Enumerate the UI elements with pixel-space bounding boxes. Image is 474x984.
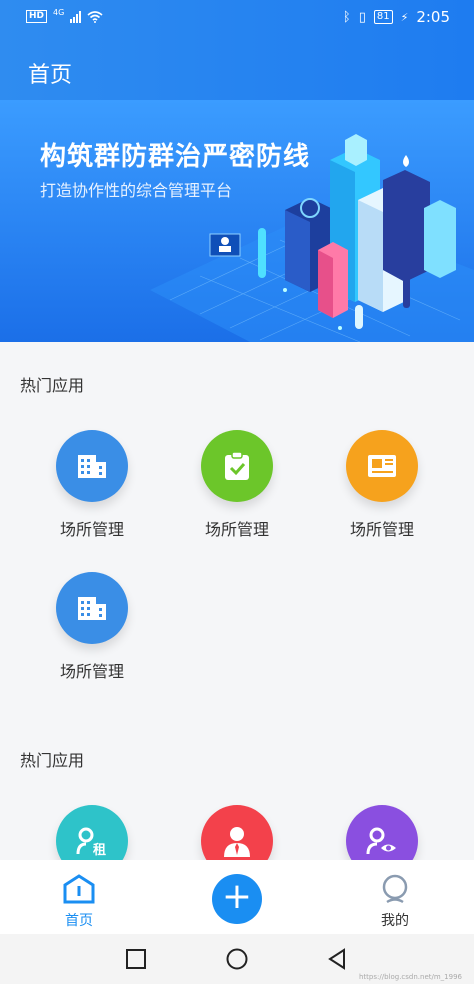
bluetooth-icon: ᛒ (342, 9, 351, 25)
app-label: 场所管理 (59, 520, 124, 539)
home-icon (63, 874, 95, 904)
app-label: 场所管理 (349, 520, 414, 539)
system-nav-bar: https://blog.csdn.net/m_1996 (0, 934, 474, 984)
tab-home-label: 首页 (65, 913, 93, 929)
newspaper-icon (368, 455, 396, 477)
rent-user-icon: 租 (76, 827, 106, 856)
app-label: 场所管理 (204, 520, 269, 539)
profile-icon (382, 874, 408, 904)
building-icon (78, 597, 106, 620)
app-icon-circle (346, 430, 418, 502)
app-icon-circle (56, 430, 128, 502)
header-bar: HD 4G ᛒ ▯ 81 ⚡ 2:05 首页 (0, 0, 474, 100)
building-icon (78, 455, 106, 478)
app-venue-management[interactable]: 场所管理 (22, 430, 162, 540)
app-venue-management[interactable]: 场所管理 (167, 430, 307, 540)
person-tie-icon (224, 827, 250, 857)
rent-badge-text: 租 (93, 843, 106, 856)
tab-home[interactable]: 首页 (54, 874, 104, 930)
status-bar: HD 4G ᛒ ▯ 81 ⚡ 2:05 (0, 0, 474, 36)
banner-title: 构筑群防群治严密防线 (40, 142, 311, 172)
watermark: https://blog.csdn.net/m_1996 (358, 973, 462, 981)
user-eye-icon (366, 827, 396, 855)
app-venue-management[interactable]: 场所管理 (312, 430, 452, 540)
banner-subtitle: 打造协作性的综合管理平台 (40, 181, 233, 200)
signal-icon (70, 10, 82, 23)
clipboard-check-icon (225, 451, 249, 480)
bottom-tab-bar: 首页 + 我的 (0, 860, 474, 934)
vibrate-icon: ▯ (358, 9, 366, 25)
recent-apps-icon[interactable] (125, 948, 147, 970)
app-icon-circle (56, 572, 128, 644)
charging-icon: ⚡ (400, 10, 409, 24)
add-button[interactable]: + (212, 874, 262, 924)
section-title-hot-apps: 热门应用 (20, 751, 85, 770)
banner[interactable]: 构筑群防群治严密防线 打造协作性的综合管理平台 (0, 100, 474, 342)
battery-icon: 81 (373, 10, 393, 24)
section-title-hot-apps: 热门应用 (20, 376, 85, 395)
tab-mine-label: 我的 (381, 913, 409, 929)
wifi-icon (87, 10, 103, 23)
page-title: 首页 (28, 63, 73, 88)
tab-mine[interactable]: 我的 (370, 874, 420, 930)
app-icon-circle (201, 430, 273, 502)
network-type: 4G (53, 8, 65, 17)
back-icon[interactable] (326, 948, 348, 970)
hd-badge: HD (26, 10, 48, 23)
clock: 2:05 (416, 8, 450, 26)
app-venue-management[interactable]: 场所管理 (22, 572, 162, 682)
plus-icon: + (221, 876, 253, 917)
home-nav-icon[interactable] (226, 948, 248, 970)
app-label: 场所管理 (59, 662, 124, 681)
